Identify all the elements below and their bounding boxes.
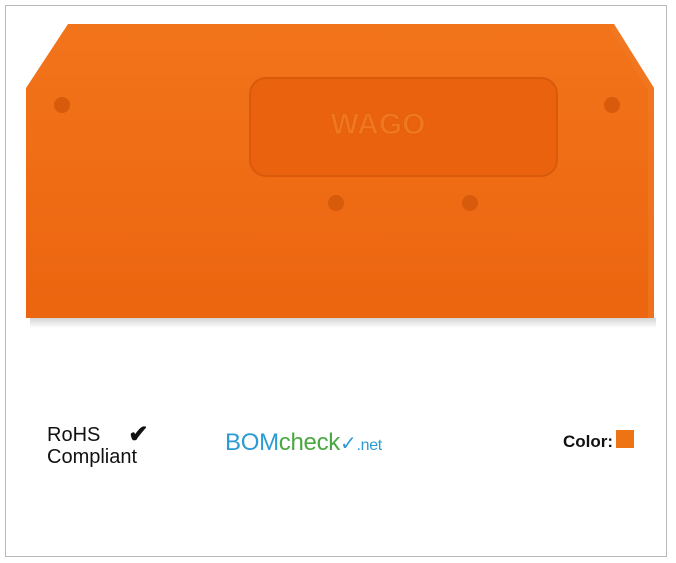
mount-hole-center-left bbox=[328, 195, 344, 211]
product-image: WAGO bbox=[0, 0, 676, 340]
rohs-badge: RoHS ✔ Compliant bbox=[47, 421, 149, 469]
color-swatch bbox=[616, 430, 635, 448]
rohs-compliant-label: Compliant bbox=[47, 446, 138, 468]
mount-hole-left bbox=[54, 97, 70, 113]
end-plate-illustration: WAGO bbox=[26, 24, 656, 328]
mount-hole-right bbox=[604, 97, 620, 113]
checkmark-icon: ✔ bbox=[128, 421, 149, 448]
color-label: Color: bbox=[563, 432, 614, 451]
bomcheck-net: .net bbox=[356, 437, 382, 454]
color-indicator: Color: bbox=[563, 430, 635, 452]
wago-logo: WAGO bbox=[331, 108, 426, 141]
bomcheck-bom: BOM bbox=[225, 429, 279, 456]
bomcheck-tick-icon: ✓ bbox=[339, 433, 357, 455]
bomcheck-check: check bbox=[278, 429, 341, 456]
mount-hole-center-right bbox=[462, 195, 478, 211]
plate-shadow bbox=[30, 318, 656, 328]
rohs-label: RoHS bbox=[47, 424, 101, 446]
bomcheck-logo[interactable]: BOMcheck✓.net bbox=[225, 430, 382, 459]
